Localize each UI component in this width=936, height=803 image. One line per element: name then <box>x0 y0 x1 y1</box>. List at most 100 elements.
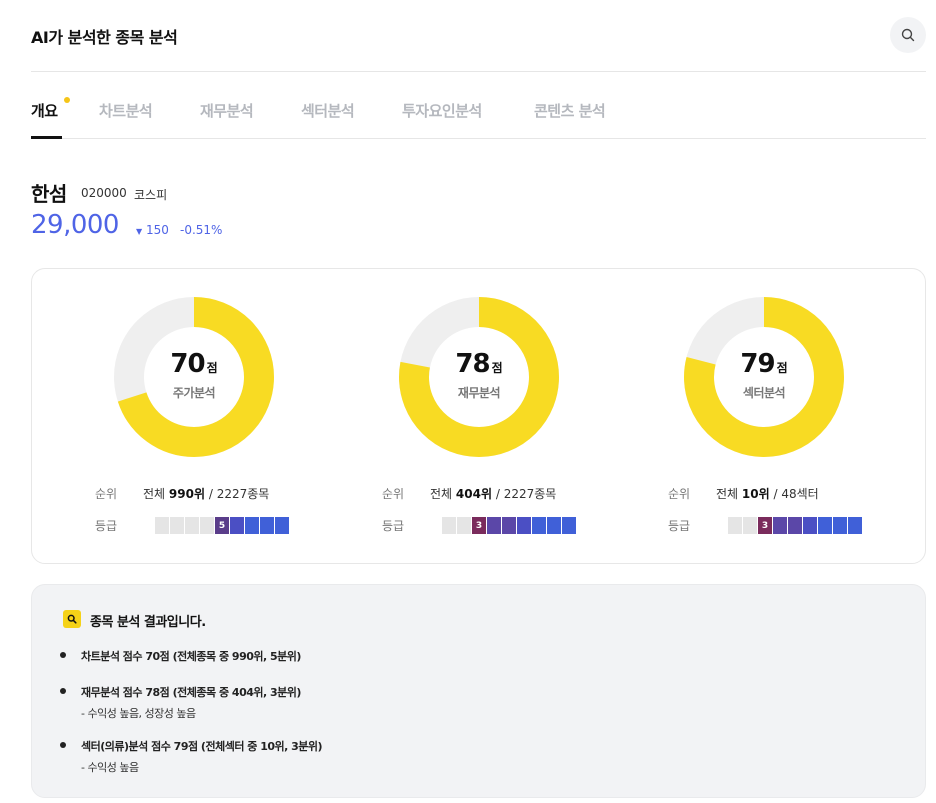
price-change: 150 <box>146 223 169 237</box>
score-value: 78 점 <box>399 349 559 379</box>
grade-cell-current: 3 <box>472 517 486 534</box>
new-dot-badge <box>64 97 70 103</box>
page-title: AI가 분석한 종목 분석 <box>31 28 178 47</box>
grade-cell <box>275 517 289 534</box>
score-label: 섹터분석 <box>742 386 786 400</box>
bullet-dot <box>60 742 66 748</box>
grade-bar: 5 <box>155 517 289 534</box>
grade-label: 등급 <box>95 519 118 533</box>
search-button[interactable] <box>890 17 926 53</box>
tab-label: 개요 <box>31 102 58 120</box>
grade-cell <box>245 517 259 534</box>
grade-cell-current: 5 <box>215 517 229 534</box>
stock-market: 코스피 <box>134 188 168 202</box>
rank-total: / 48섹터 <box>769 487 819 501</box>
grade-cell <box>442 517 456 534</box>
search-icon <box>901 28 915 42</box>
grade-label: 등급 <box>382 519 405 533</box>
score-value: 70 점 <box>114 349 274 379</box>
grade-cell <box>833 517 847 534</box>
rank-total: / 2227종목 <box>205 487 270 501</box>
tab-financial-analysis[interactable]: 재무분석 <box>200 100 254 121</box>
rank-row: 순위 전체 10위 / 48섹터 <box>668 485 819 502</box>
score-label: 주가분석 <box>172 386 216 400</box>
tab-content-analysis[interactable]: 콘텐츠 분석 <box>534 100 606 121</box>
grade-cell <box>743 517 757 534</box>
grade-cell <box>170 517 184 534</box>
bullet-dot <box>60 652 66 658</box>
grade-cell <box>487 517 501 534</box>
grade-row: 등급 3 <box>382 517 576 534</box>
grade-cell <box>517 517 531 534</box>
grade-row: 등급 3 <box>668 517 862 534</box>
tab-label: 차트분석 <box>99 102 153 120</box>
grade-cell <box>803 517 817 534</box>
tab-label: 콘텐츠 분석 <box>534 102 606 120</box>
grade-cell <box>818 517 832 534</box>
tab-label: 투자요인분석 <box>402 102 482 120</box>
rank-label: 순위 <box>382 487 405 501</box>
rank-row: 순위 전체 990위 / 2227종목 <box>95 485 269 502</box>
tab-bar: 개요 차트분석 재무분석 섹터분석 투자요인분석 콘텐츠 분석 <box>31 72 926 139</box>
rank-prefix: 전체 <box>143 487 166 501</box>
grade-cell <box>562 517 576 534</box>
grade-cell <box>502 517 516 534</box>
score-value: 79 점 <box>684 349 844 379</box>
grade-cell <box>200 517 214 534</box>
score-gauge-chart: 70 점 주가분석 <box>114 297 274 457</box>
grade-cell <box>457 517 471 534</box>
summary-item: 차트분석 점수 70점 (전체종목 중 990위, 5분위) <box>81 650 301 663</box>
score-card: 70 점 주가분석 순위 전체 990위 / 2227종목 등급 5 78 점 재무분… <box>31 268 926 564</box>
rank-label: 순위 <box>95 487 118 501</box>
rank-value: 404위 <box>455 487 493 501</box>
rank-value: 990위 <box>168 487 206 501</box>
search-icon <box>63 610 81 628</box>
grade-row: 등급 5 <box>95 517 289 534</box>
grade-cell <box>230 517 244 534</box>
grade-cell <box>773 517 787 534</box>
stock-price: 29,000 <box>31 210 119 240</box>
rank-label: 순위 <box>668 487 691 501</box>
grade-bar: 3 <box>442 517 576 534</box>
rank-row: 순위 전체 404위 / 2227종목 <box>382 485 556 502</box>
rank-prefix: 전체 <box>430 487 453 501</box>
grade-label: 등급 <box>668 519 691 533</box>
stock-code: 020000 <box>81 186 127 200</box>
tab-label: 재무분석 <box>200 102 254 120</box>
grade-cell <box>185 517 199 534</box>
grade-cell <box>788 517 802 534</box>
stock-name: 한섬 <box>31 182 67 206</box>
tab-overview[interactable]: 개요 <box>31 97 70 121</box>
grade-cell <box>532 517 546 534</box>
rank-value: 10위 <box>741 487 770 501</box>
tab-chart-analysis[interactable]: 차트분석 <box>99 100 153 121</box>
score-number: 70 <box>170 349 205 379</box>
grade-cell <box>547 517 561 534</box>
summary-title: 종목 분석 결과입니다. <box>90 615 206 630</box>
score-label: 재무분석 <box>457 386 501 400</box>
active-tab-indicator <box>31 136 62 139</box>
summary-item-detail: - 수익성 높음 <box>81 761 139 774</box>
score-unit: 점 <box>206 361 218 375</box>
grade-cell-current: 3 <box>758 517 772 534</box>
grade-cell <box>728 517 742 534</box>
score-gauge-chart: 79 점 섹터분석 <box>684 297 844 457</box>
score-unit: 점 <box>776 361 788 375</box>
score-number: 78 <box>455 349 490 379</box>
analysis-summary-panel: 종목 분석 결과입니다. 차트분석 점수 70점 (전체종목 중 990위, 5… <box>31 584 926 798</box>
price-down-icon: ▼ <box>136 227 143 236</box>
grade-bar: 3 <box>728 517 862 534</box>
bullet-dot <box>60 688 66 694</box>
score-unit: 점 <box>491 361 503 375</box>
summary-item-detail: - 수익성 높음, 성장성 높음 <box>81 707 196 720</box>
rank-prefix: 전체 <box>716 487 739 501</box>
score-number: 79 <box>740 349 775 379</box>
rank-total: / 2227종목 <box>492 487 557 501</box>
summary-item: 섹터(의류)분석 점수 79점 (전체섹터 중 10위, 3분위) <box>81 740 323 753</box>
tab-sector-analysis[interactable]: 섹터분석 <box>301 100 355 121</box>
price-change-percent: -0.51% <box>180 223 223 237</box>
tab-investment-factor-analysis[interactable]: 투자요인분석 <box>402 100 482 121</box>
tab-label: 섹터분석 <box>301 102 355 120</box>
grade-cell <box>260 517 274 534</box>
top-header: AI가 분석한 종목 분석 <box>31 0 926 72</box>
